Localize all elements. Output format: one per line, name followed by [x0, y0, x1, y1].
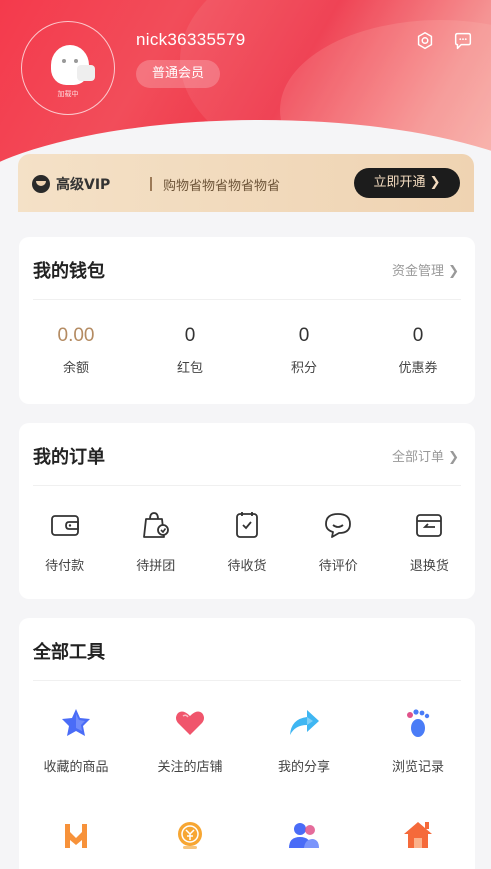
receive-box-icon [236, 512, 258, 538]
order-label: 退换货 [409, 559, 449, 574]
tool-browsing-history[interactable]: 浏览记录 [361, 706, 475, 775]
tool-followed-stores[interactable]: 关注的店铺 [133, 706, 247, 775]
tool-distribution[interactable] [19, 818, 133, 856]
coupons-label: 优惠券 [398, 361, 438, 376]
wallet-coupons[interactable]: 0 优惠券 [361, 325, 475, 376]
star-icon [62, 709, 90, 736]
wallet-red-packet[interactable]: 0 红包 [133, 325, 247, 376]
points-label: 积分 [290, 361, 317, 376]
order-label: 待收货 [227, 559, 267, 574]
funds-management-link[interactable]: 资金管理 ❯ [392, 260, 459, 279]
return-icon [416, 514, 443, 537]
order-pending-review[interactable]: 待评价 [293, 509, 384, 574]
message-bubble-icon[interactable] [452, 30, 474, 52]
order-pending-group[interactable]: 待拼团 [110, 509, 201, 574]
avatar[interactable]: 加载中 [21, 21, 115, 115]
wallet-title: 我的钱包 [33, 261, 105, 282]
home-store-icon [404, 822, 432, 848]
vip-title: 高级VIP [56, 177, 111, 193]
balance-label: 余额 [62, 361, 89, 376]
avatar-caption: 加载中 [57, 90, 79, 98]
order-label: 待拼团 [136, 559, 176, 574]
wallet-points[interactable]: 0 积分 [247, 325, 361, 376]
wallet-card: 我的钱包 资金管理 ❯ 0.00 余额 0 红包 0 积分 0 优惠券 [19, 237, 475, 404]
tools-title: 全部工具 [33, 642, 105, 663]
vip-description: 购物省物省物省物省 [163, 179, 281, 194]
order-pending-payment[interactable]: 待付款 [19, 509, 110, 574]
tool-my-shares[interactable]: 我的分享 [247, 706, 361, 775]
red-packet-label: 红包 [176, 361, 203, 376]
balance-value: 0.00 [57, 325, 95, 346]
all-orders-link[interactable]: 全部订单 ❯ [392, 446, 459, 465]
orders-title: 我的订单 [33, 447, 105, 468]
wallet-balance[interactable]: 0.00 余额 [19, 325, 133, 376]
username: nick36335579 [136, 30, 246, 49]
vip-banner[interactable]: 高级VIP 购物省物省物省物省 立即开通 ❯ [18, 154, 474, 212]
order-label: 待付款 [45, 559, 85, 574]
tools-card: 全部工具 收藏的商品 关注的店铺 我的分享 浏览记录 [19, 618, 475, 869]
vip-crown-icon [32, 175, 50, 193]
tool-coin[interactable] [133, 818, 247, 856]
team-icon [289, 823, 319, 848]
group-bag-icon [142, 512, 169, 538]
order-pending-receipt[interactable]: 待收货 [201, 509, 292, 574]
tool-home-store[interactable] [361, 818, 475, 856]
points-value: 0 [298, 325, 310, 346]
distribution-icon [65, 824, 87, 848]
settings-gear-icon[interactable] [414, 30, 436, 52]
tool-team[interactable] [247, 818, 361, 856]
tool-favorite-products[interactable]: 收藏的商品 [19, 706, 133, 775]
orders-card: 我的订单 全部订单 ❯ 待付款 待拼团 待收货 待评价 退换货 [19, 423, 475, 599]
share-arrow-icon [290, 710, 319, 735]
footprint-icon [407, 709, 430, 737]
coupons-value: 0 [412, 325, 424, 346]
heart-icon [176, 711, 204, 735]
member-level-badge[interactable]: 普通会员 [136, 60, 221, 88]
coin-icon [178, 822, 202, 849]
red-packet-value: 0 [184, 325, 196, 346]
vip-open-button[interactable]: 立即开通 ❯ [354, 168, 460, 198]
order-label: 待评价 [318, 559, 358, 574]
tool-label: 收藏的商品 [43, 760, 109, 775]
avatar-image: 加载中 [29, 29, 107, 107]
tool-label: 浏览记录 [391, 760, 444, 775]
tool-label: 关注的店铺 [157, 760, 223, 775]
wallet-icon [50, 515, 79, 536]
order-returns[interactable]: 退换货 [384, 509, 475, 574]
comment-icon [325, 513, 352, 538]
tool-label: 我的分享 [277, 760, 330, 775]
